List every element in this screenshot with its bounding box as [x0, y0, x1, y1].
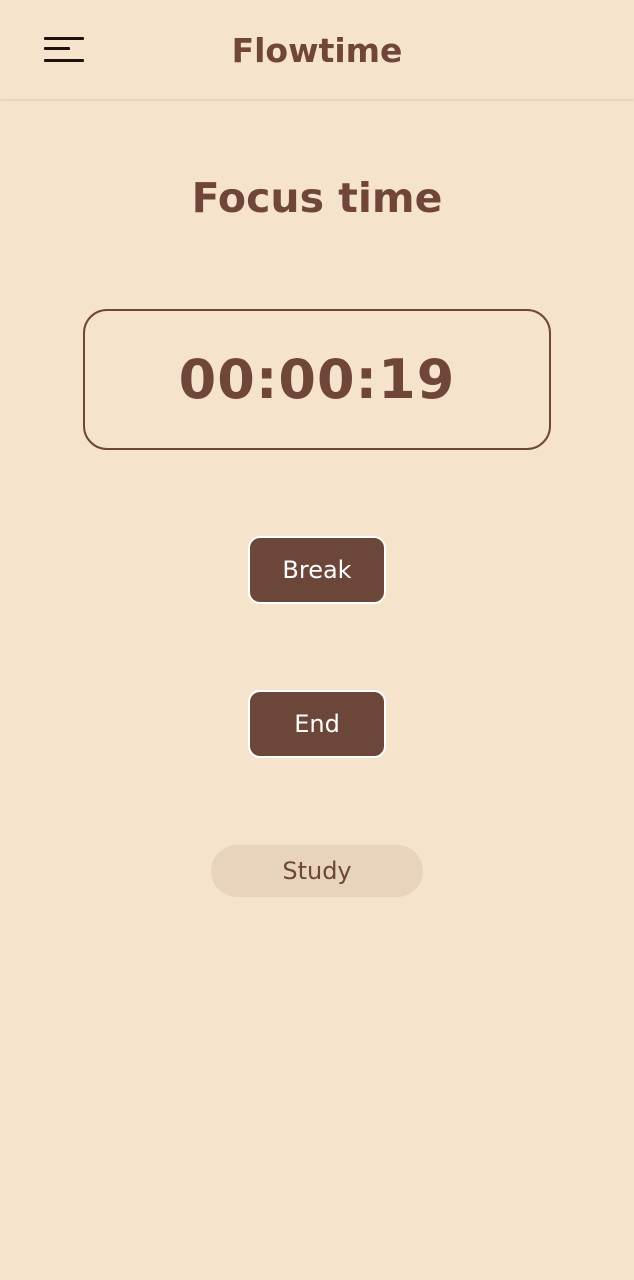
break-button[interactable]: Break [248, 536, 386, 604]
end-button[interactable]: End [248, 690, 386, 758]
mode-title: Focus time [191, 174, 443, 222]
app-title: Flowtime [231, 31, 403, 70]
end-button-label: End [294, 710, 340, 738]
break-button-label: Break [282, 556, 352, 584]
top-app-bar: Flowtime [0, 0, 634, 99]
timer-display: 00:00:19 [83, 309, 551, 450]
category-chip-label: Study [282, 857, 352, 885]
category-chip-study[interactable]: Study [211, 845, 423, 897]
timer-text: 00:00:19 [178, 348, 456, 411]
